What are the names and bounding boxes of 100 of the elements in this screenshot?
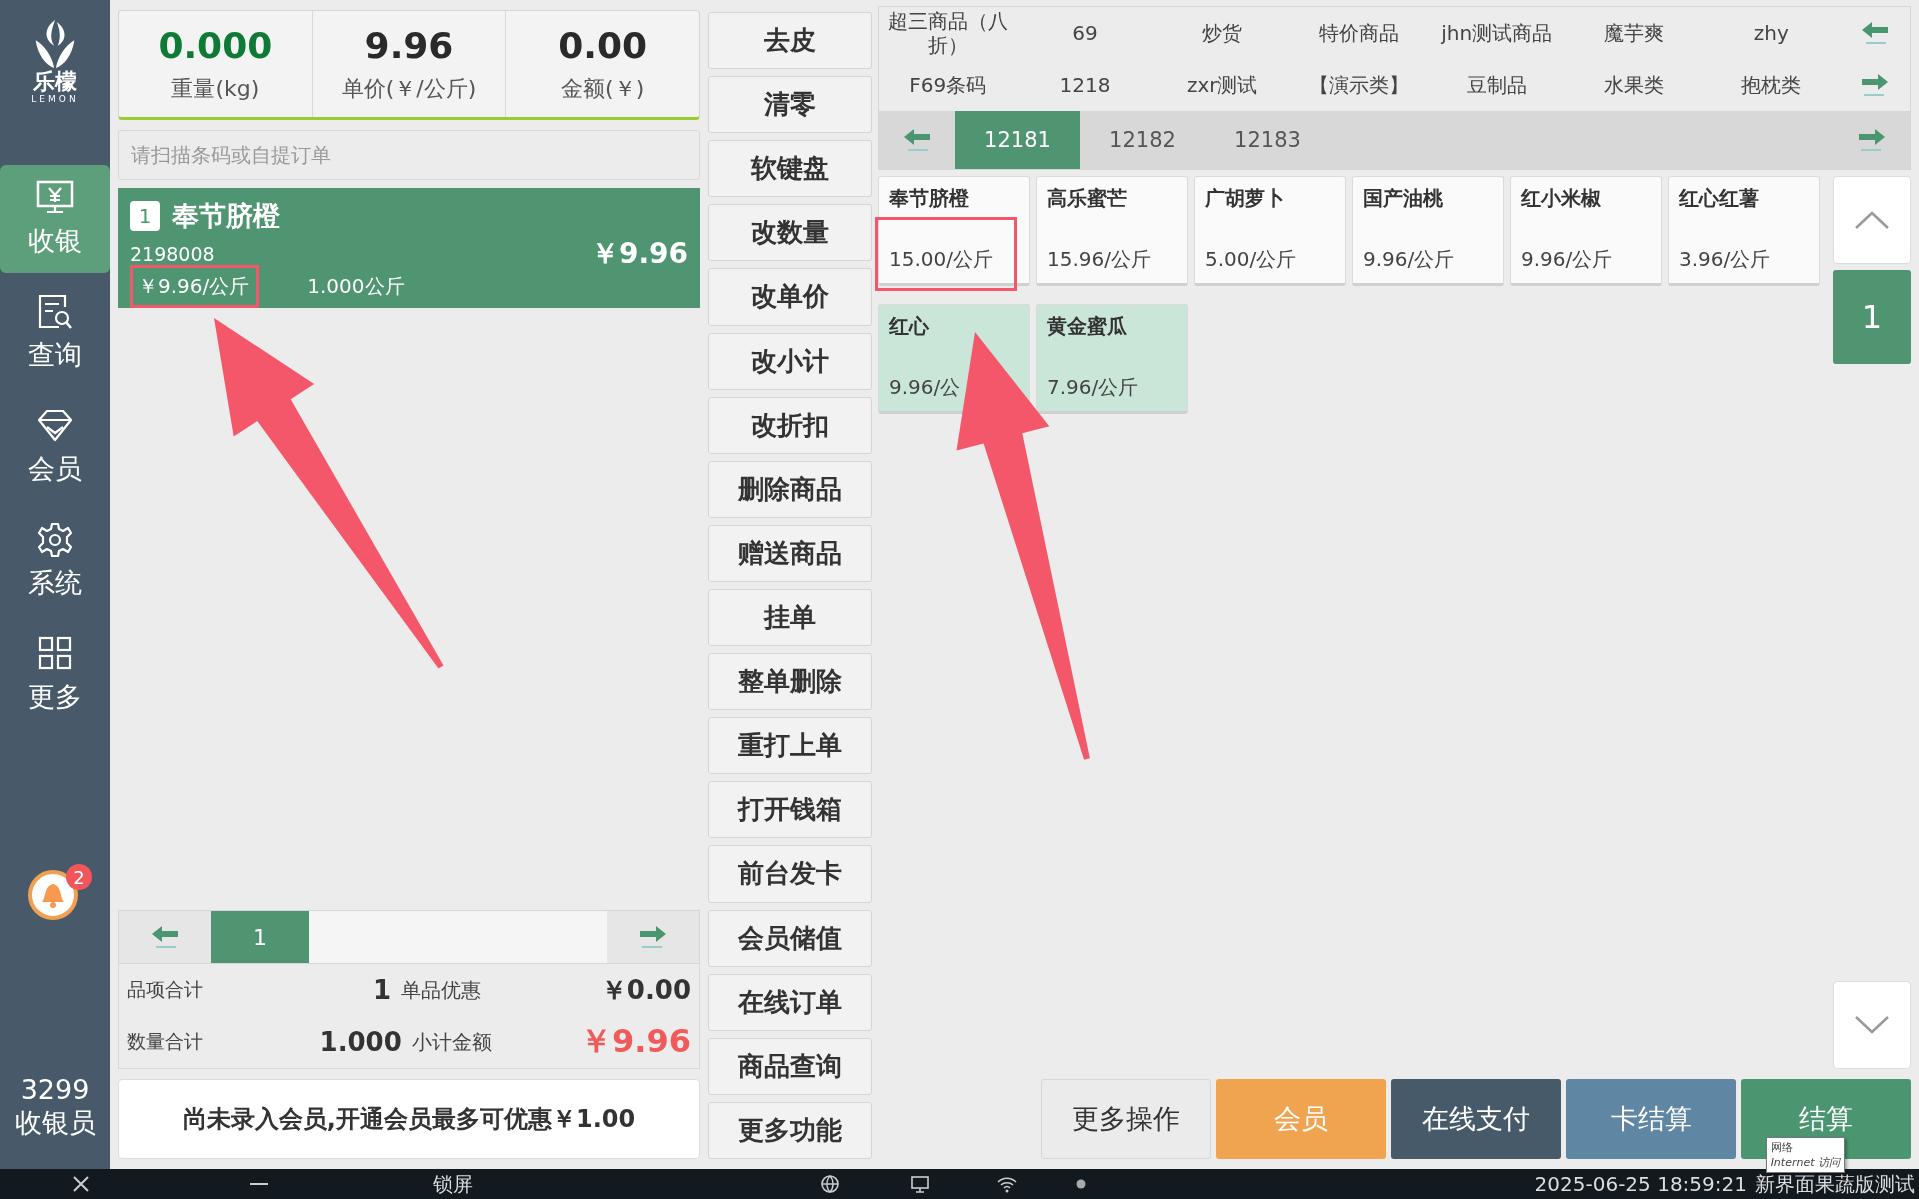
category-item[interactable]: 抱枕类 xyxy=(1702,59,1840,111)
function-button[interactable]: 会员储值 xyxy=(708,909,872,967)
function-button[interactable]: 改单价 xyxy=(708,268,872,326)
globe-icon[interactable] xyxy=(820,1174,840,1194)
category-item[interactable]: jhn测试商品 xyxy=(1428,7,1566,59)
category-item[interactable]: 水果类 xyxy=(1565,59,1703,111)
right-arrow-icon xyxy=(1857,127,1887,153)
product-price: 15.00/公斤 xyxy=(889,246,993,273)
chevron-up-icon xyxy=(1854,210,1890,230)
total-value: 1 xyxy=(371,975,391,1005)
left-arrow-icon xyxy=(902,127,932,153)
function-button[interactable]: 在线订单 xyxy=(708,973,872,1031)
product-price: 7.96/公斤 xyxy=(1047,374,1139,401)
product-card[interactable]: 国产油桃 9.96/公斤 xyxy=(1352,176,1504,286)
category-item[interactable]: 69 xyxy=(1016,7,1154,59)
product-card[interactable]: 红小米椒 9.96/公斤 xyxy=(1510,176,1662,286)
total-label: 品项合计 xyxy=(127,977,204,1002)
nav-item[interactable]: 查询 xyxy=(0,285,110,381)
function-button[interactable]: 改折扣 xyxy=(708,396,872,454)
product-card[interactable]: 黄金蜜瓜 7.96/公斤 xyxy=(1036,304,1188,414)
category-item[interactable]: F69条码 xyxy=(879,59,1017,111)
function-button[interactable]: 整单删除 xyxy=(708,653,872,711)
product-name: 国产油桃 xyxy=(1363,185,1443,212)
right-arrow-icon xyxy=(1859,72,1890,98)
function-button[interactable]: 删除商品 xyxy=(708,460,872,518)
product-card[interactable]: 红心红薯 3.96/公斤 xyxy=(1668,176,1820,286)
operator-id: 3299 xyxy=(20,1074,90,1105)
subcategory-tab[interactable]: 12183 xyxy=(1205,111,1330,169)
wifi-icon[interactable] xyxy=(996,1175,1018,1193)
status-dot-icon xyxy=(1076,1179,1086,1189)
nav-item[interactable]: 更多 xyxy=(0,627,110,723)
item-code: 2198008 xyxy=(130,242,215,265)
logo-subtitle: LEMON xyxy=(31,94,79,105)
item-name: 奉节脐橙 xyxy=(172,199,280,233)
lock-screen-button[interactable]: 锁屏 xyxy=(433,1170,473,1198)
scale-label: 单价(￥/公斤) xyxy=(341,74,477,103)
member-banner: 尚未录入会员,开通会员最多可优惠￥1.00 xyxy=(118,1079,700,1159)
category-item[interactable]: 炒货 xyxy=(1153,7,1291,59)
item-quantity: 1.000公斤 xyxy=(307,273,405,300)
product-name: 高乐蜜芒 xyxy=(1047,185,1127,212)
action-button[interactable]: 卡结算 xyxy=(1566,1079,1736,1159)
subcategory-tab[interactable]: 12181 xyxy=(955,111,1080,169)
chevron-down-icon xyxy=(1854,1015,1890,1035)
function-button[interactable]: 赠送商品 xyxy=(708,524,872,582)
store-name: 新界面果蔬版测试 xyxy=(1755,1170,1915,1198)
product-name: 奉节脐橙 xyxy=(889,185,969,212)
product-name: 红小米椒 xyxy=(1521,185,1601,212)
category-item[interactable]: 【演示类】 xyxy=(1290,59,1429,111)
minimize-button[interactable] xyxy=(250,1182,268,1186)
function-button[interactable]: 软键盘 xyxy=(708,140,872,198)
action-button[interactable]: 更多操作 xyxy=(1041,1079,1211,1159)
total-amount: ￥0.00 xyxy=(599,973,691,1007)
category-item[interactable]: 魔芋爽 xyxy=(1565,7,1703,59)
function-button[interactable]: 挂单 xyxy=(708,589,872,647)
page-button[interactable]: 1 xyxy=(211,911,309,963)
product-price: 5.00/公斤 xyxy=(1205,246,1297,273)
monitor-icon[interactable] xyxy=(910,1175,930,1193)
nav-item[interactable]: 会员 xyxy=(0,399,110,495)
product-name: 黄金蜜瓜 xyxy=(1047,313,1127,340)
left-arrow-icon xyxy=(150,924,180,950)
category-item[interactable]: 1218 xyxy=(1016,59,1154,111)
product-price: 9.96/公斤 xyxy=(1521,246,1613,273)
product-card[interactable]: 广胡萝卜 5.00/公斤 xyxy=(1194,176,1346,286)
scale-label: 金额(￥) xyxy=(561,74,645,103)
total-label: 单品优惠 xyxy=(401,976,482,1004)
total-label: 小计金额 xyxy=(411,1028,493,1056)
total-amount: ￥9.96 xyxy=(579,1021,691,1062)
settings-icon xyxy=(35,521,75,559)
function-button[interactable]: 改数量 xyxy=(708,204,872,262)
function-button[interactable]: 去皮 xyxy=(708,12,872,70)
product-name: 红心 xyxy=(889,313,929,340)
scale-value: 0.00 xyxy=(558,24,648,66)
operator-role: 收银员 xyxy=(14,1106,96,1140)
function-button[interactable]: 商品查询 xyxy=(708,1037,872,1095)
minimize-icon xyxy=(250,1182,268,1186)
function-button[interactable]: 重打上单 xyxy=(708,717,872,775)
action-button[interactable]: 在线支付 xyxy=(1391,1079,1561,1159)
function-button[interactable]: 更多功能 xyxy=(708,1101,872,1159)
notification-badge: 2 xyxy=(66,864,92,890)
category-item[interactable]: 超三商品（八折） xyxy=(879,7,1017,59)
scan-field[interactable]: 请扫描条码或自提订单 xyxy=(118,130,700,180)
order-item[interactable]: 1 奉节脐橙 2198008 ￥9.96 ￥9.96/公斤 1.000公斤 xyxy=(118,188,700,308)
subcategory-tab[interactable]: 12182 xyxy=(1080,111,1205,169)
function-button[interactable]: 前台发卡 xyxy=(708,845,872,903)
category-item[interactable]: 特价商品 xyxy=(1290,7,1429,59)
close-button[interactable] xyxy=(72,1175,90,1193)
total-value: 1.000 xyxy=(319,1027,402,1057)
product-card[interactable]: 高乐蜜芒 15.96/公斤 xyxy=(1036,176,1188,286)
category-item[interactable]: zxr测试 xyxy=(1153,59,1291,111)
nav-item[interactable]: 系统 xyxy=(0,513,110,609)
category-item[interactable]: zhy xyxy=(1702,7,1840,59)
product-name: 广胡萝卜 xyxy=(1205,185,1285,212)
item-unit-price: ￥9.96/公斤 xyxy=(138,274,250,298)
function-button[interactable]: 打开钱箱 xyxy=(708,781,872,839)
scale-label: 重量(kg) xyxy=(171,74,260,103)
product-name: 红心红薯 xyxy=(1679,185,1759,212)
logo-name: 乐檬 xyxy=(33,70,77,95)
function-button[interactable]: 清零 xyxy=(708,76,872,134)
function-button[interactable]: 改小计 xyxy=(708,332,872,390)
category-item[interactable]: 豆制品 xyxy=(1428,59,1566,111)
